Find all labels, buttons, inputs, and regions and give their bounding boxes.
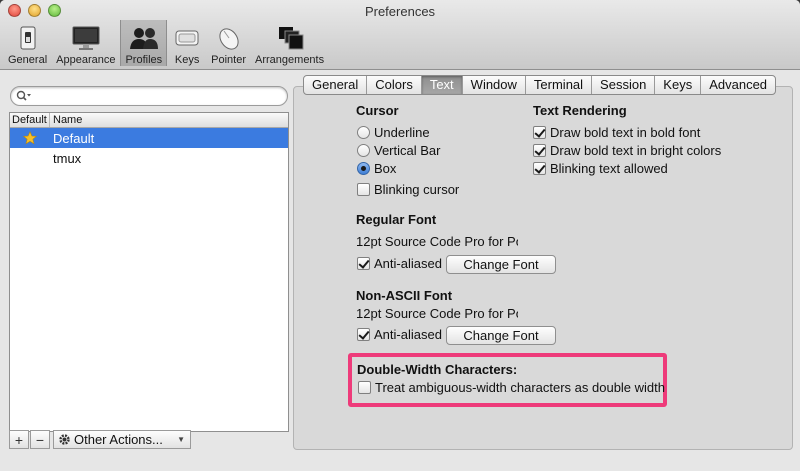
add-profile-button[interactable]: +: [9, 430, 29, 449]
toolbar-profiles[interactable]: Profiles: [120, 20, 168, 66]
title-bar: Preferences General Appearance Profiles: [0, 0, 800, 70]
nonascii-antialiased-option[interactable]: Anti-aliased: [357, 327, 442, 342]
blinking-text-checkbox[interactable]: [533, 162, 546, 175]
profile-search-field[interactable]: [10, 86, 288, 106]
tab-colors[interactable]: Colors: [367, 76, 422, 94]
double-width-option[interactable]: Treat ambiguous-width characters as doub…: [358, 380, 665, 395]
tab-terminal[interactable]: Terminal: [526, 76, 593, 94]
nonascii-font-description: 12pt Source Code Pro for Powerline: [356, 306, 518, 321]
cursor-option-vertical-bar[interactable]: Vertical Bar: [357, 143, 440, 158]
profile-row-default[interactable]: Default: [10, 128, 288, 148]
change-nonascii-font-button[interactable]: Change Font: [446, 326, 556, 345]
column-header-name[interactable]: Name: [50, 113, 82, 127]
profiles-list-controls: + − Other Actions... ▼: [9, 430, 191, 449]
bold-font-option[interactable]: Draw bold text in bold font: [533, 125, 700, 140]
mouse-icon: [214, 24, 244, 52]
profile-name: Default: [53, 130, 95, 146]
radio-vertical-bar[interactable]: [357, 144, 370, 157]
bright-colors-checkbox[interactable]: [533, 144, 546, 157]
default-star-icon: [10, 131, 50, 145]
toolbar-arrangements[interactable]: Arrangements: [251, 20, 328, 66]
preferences-window: Preferences General Appearance Profiles: [0, 0, 800, 471]
keyboard-icon: [172, 24, 202, 52]
bright-colors-option[interactable]: Draw bold text in bright colors: [533, 143, 721, 158]
other-actions-menu[interactable]: Other Actions... ▼: [53, 430, 191, 449]
double-width-heading: Double-Width Characters:: [357, 362, 518, 377]
regular-font-description: 12pt Source Code Pro for Powerline: [356, 234, 518, 249]
preferences-toolbar: General Appearance Profiles Keys Pointer…: [4, 20, 329, 68]
nonascii-antialiased-checkbox[interactable]: [357, 328, 370, 341]
other-actions-label: Other Actions...: [74, 432, 163, 447]
cursor-heading: Cursor: [356, 103, 399, 118]
monitor-icon: [71, 24, 101, 52]
bold-font-checkbox[interactable]: [533, 126, 546, 139]
regular-antialiased-checkbox[interactable]: [357, 257, 370, 270]
settings-tabs: General Colors Text Window Terminal Sess…: [303, 75, 777, 95]
nonascii-font-heading: Non-ASCII Font: [356, 288, 453, 303]
blinking-cursor-option[interactable]: Blinking cursor: [357, 182, 459, 197]
blinking-text-option[interactable]: Blinking text allowed: [533, 161, 668, 176]
search-icon: [16, 90, 32, 105]
chevron-down-icon: ▼: [177, 435, 185, 444]
tab-advanced[interactable]: Advanced: [701, 76, 775, 94]
cursor-option-underline[interactable]: Underline: [357, 125, 430, 140]
toolbar-keys[interactable]: Keys: [168, 20, 206, 66]
column-header-default[interactable]: Default: [10, 113, 50, 127]
profile-row-tmux[interactable]: tmux: [10, 148, 288, 168]
text-rendering-heading: Text Rendering: [533, 103, 627, 118]
radio-underline[interactable]: [357, 126, 370, 139]
profile-name: tmux: [53, 150, 82, 166]
profiles-table-header: Default Name: [10, 113, 288, 128]
window-title: Preferences: [364, 4, 436, 19]
cursor-option-box[interactable]: Box: [357, 161, 396, 176]
tab-window[interactable]: Window: [463, 76, 526, 94]
tab-general[interactable]: General: [304, 76, 368, 94]
regular-antialiased-option[interactable]: Anti-aliased: [357, 256, 442, 271]
remove-profile-button[interactable]: −: [30, 430, 50, 449]
toolbar-pointer[interactable]: Pointer: [207, 20, 250, 66]
people-icon: [129, 24, 159, 52]
profiles-table: Default Name Default tmux: [9, 112, 289, 432]
change-regular-font-button[interactable]: Change Font: [446, 255, 556, 274]
tab-text[interactable]: Text: [421, 76, 463, 94]
radio-box[interactable]: [357, 162, 370, 175]
windows-icon: [275, 24, 305, 52]
toolbar-appearance[interactable]: Appearance: [52, 20, 119, 66]
blinking-cursor-checkbox[interactable]: [357, 183, 370, 196]
regular-font-heading: Regular Font: [356, 212, 437, 227]
tab-keys[interactable]: Keys: [655, 76, 702, 94]
tab-session[interactable]: Session: [592, 76, 656, 94]
toolbar-general[interactable]: General: [4, 20, 51, 66]
gear-icon: [58, 433, 71, 446]
general-switch-icon: [13, 24, 43, 52]
double-width-checkbox[interactable]: [358, 381, 371, 394]
